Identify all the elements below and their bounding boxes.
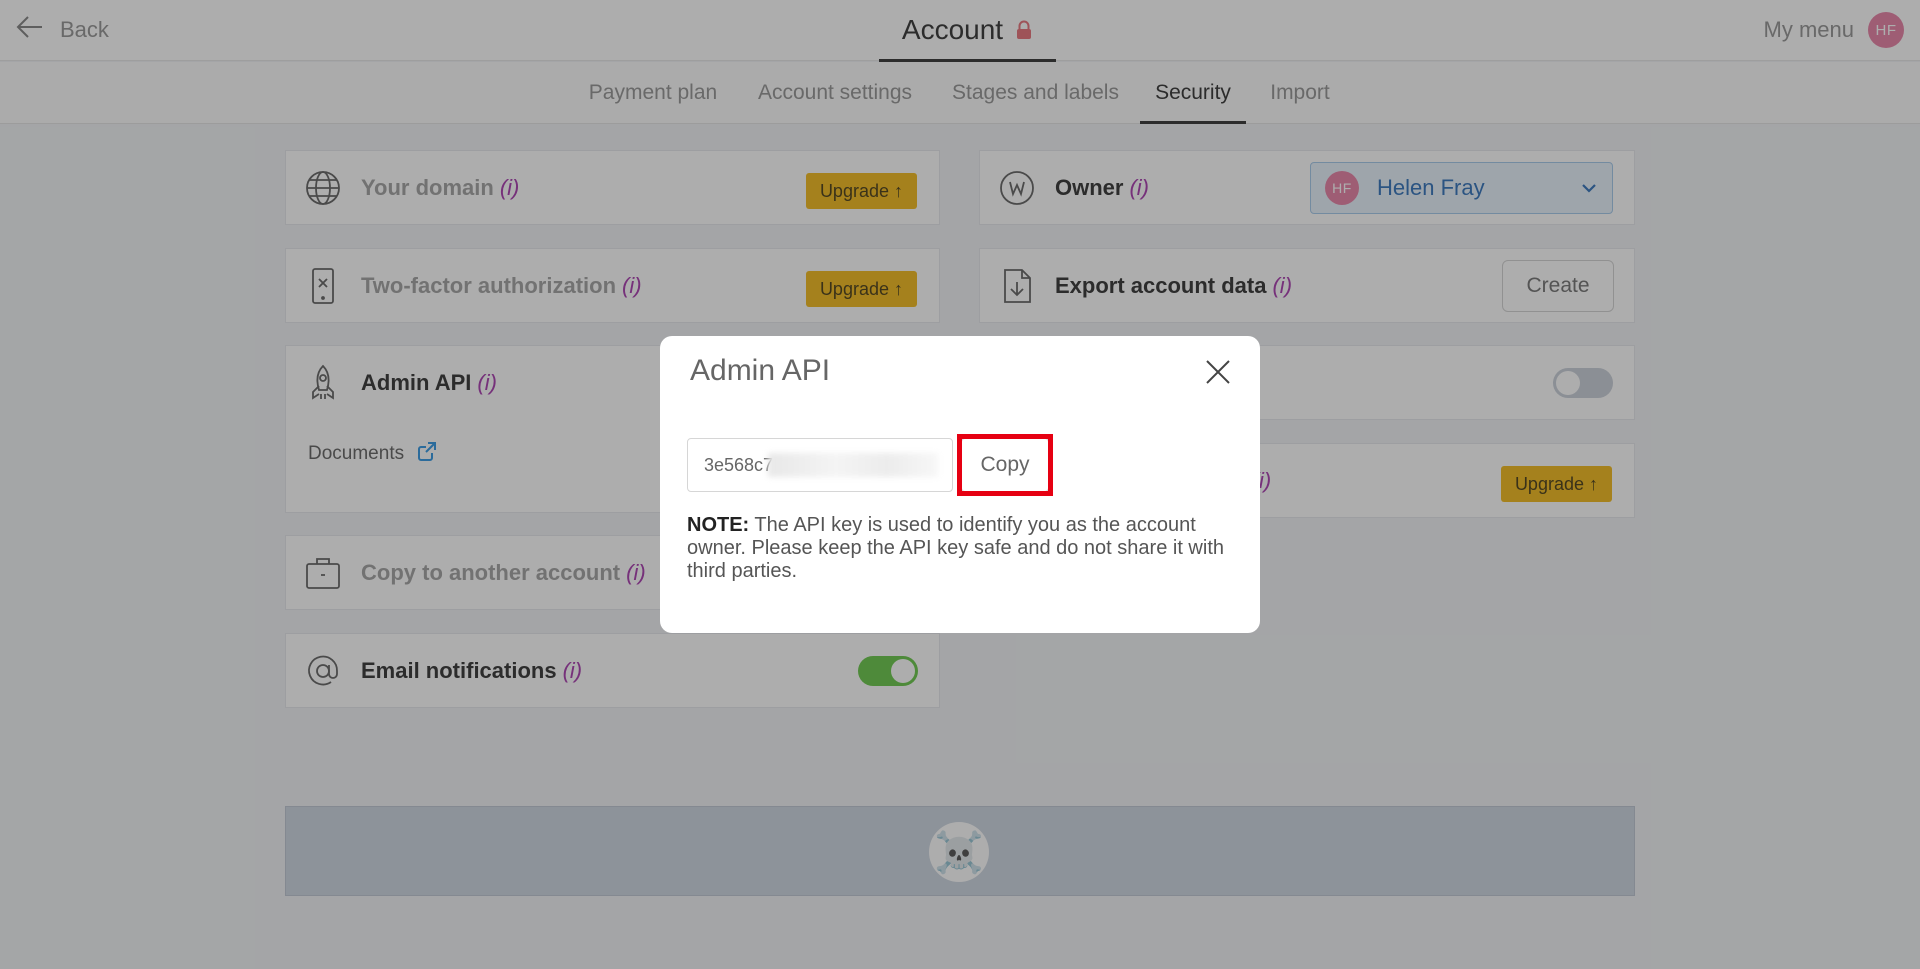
copy-button[interactable]: Copy [961, 438, 1049, 492]
api-key-note: NOTE: The API key is used to identify yo… [687, 514, 1237, 583]
api-key-field[interactable] [687, 438, 953, 492]
modal-title: Admin API [690, 354, 831, 387]
admin-api-modal: Admin API Copy NOTE: The API key is used… [660, 336, 1260, 633]
note-label: NOTE: [687, 514, 750, 536]
close-icon[interactable] [1202, 356, 1234, 388]
note-text: The API key is used to identify you as t… [687, 514, 1225, 582]
